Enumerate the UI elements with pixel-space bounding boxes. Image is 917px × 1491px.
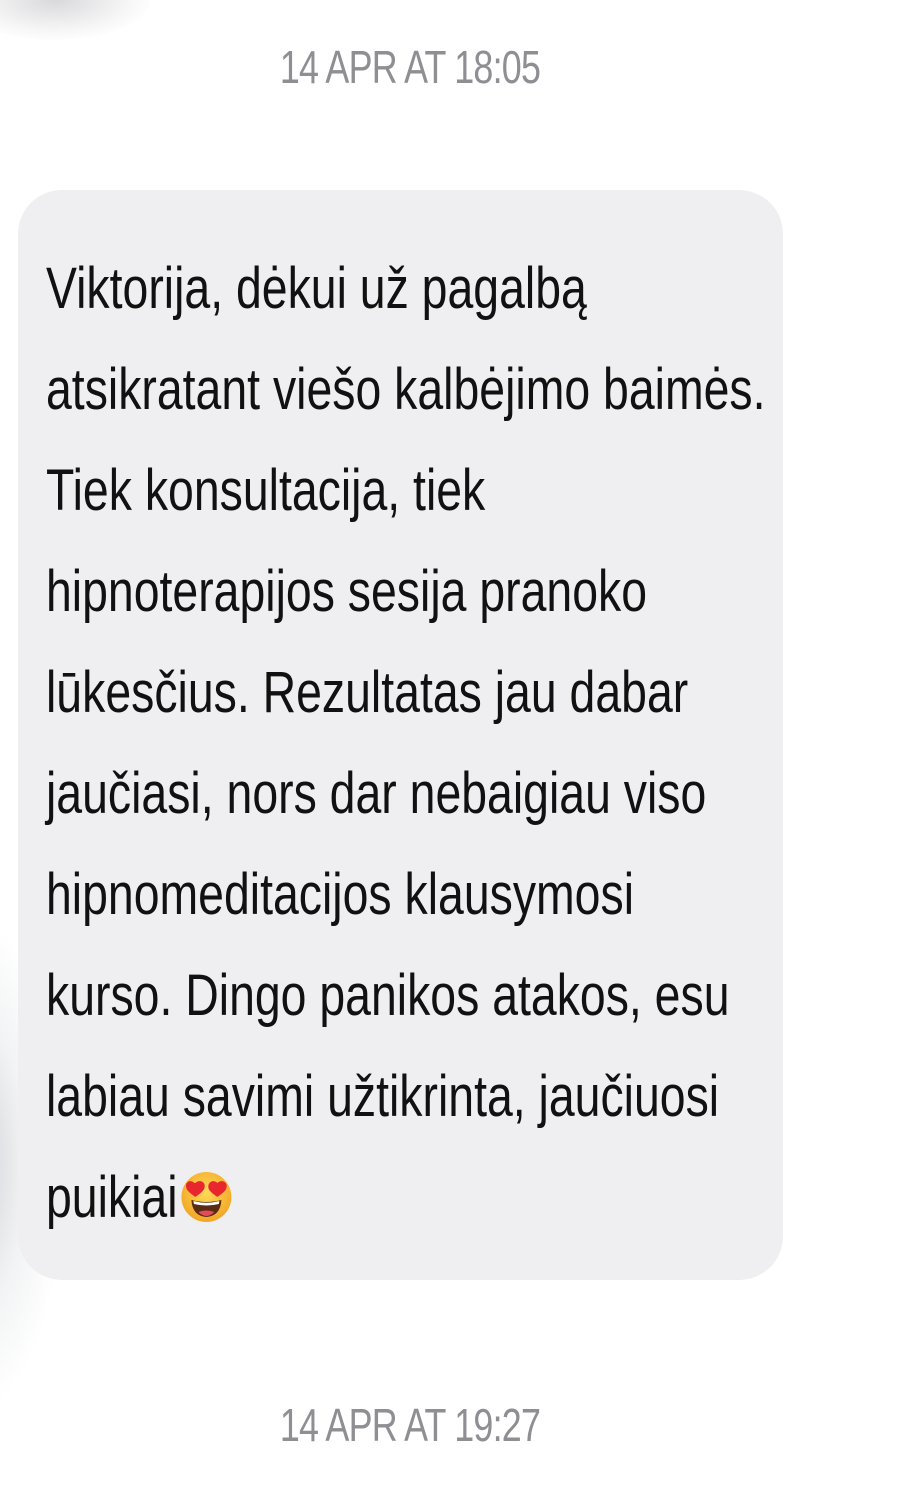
message-timestamp: 14 APR AT 19:27 (279, 1399, 541, 1451)
message-line: kurso. Dingo panikos atakos, esu (46, 963, 730, 1028)
message-line: hipnoterapijos sesija pranoko (46, 559, 648, 624)
message-line: Viktorija, dėkui už pagalbą (46, 256, 587, 321)
message-line: jaučiasi, nors dar nebaigiau viso (46, 761, 707, 826)
message-line: labiau savimi užtikrinta, jaučiuosi (46, 1064, 720, 1129)
heart-eyes-emoji-icon (181, 1153, 233, 1222)
message-line: Tiek konsultacija, tiek (46, 458, 486, 523)
screen-edge-shadow-top (0, 0, 150, 40)
message-line: hipnomeditacijos klausymosi (46, 862, 634, 927)
message-timestamp: 14 APR AT 18:05 (279, 41, 541, 93)
message-line-last: puikiai (46, 1147, 638, 1248)
message-line: lūkesčius. Rezultatas jau dabar (46, 660, 689, 725)
chat-screen: 14 APR AT 18:05 Viktorija, dėkui už paga… (0, 0, 917, 1491)
message-line: atsikratant viešo kalbėjimo baimės. (46, 357, 766, 422)
message-line: puikiai (46, 1165, 178, 1230)
message-text: Viktorija, dėkui už pagalbą atsikratant … (46, 238, 786, 1248)
